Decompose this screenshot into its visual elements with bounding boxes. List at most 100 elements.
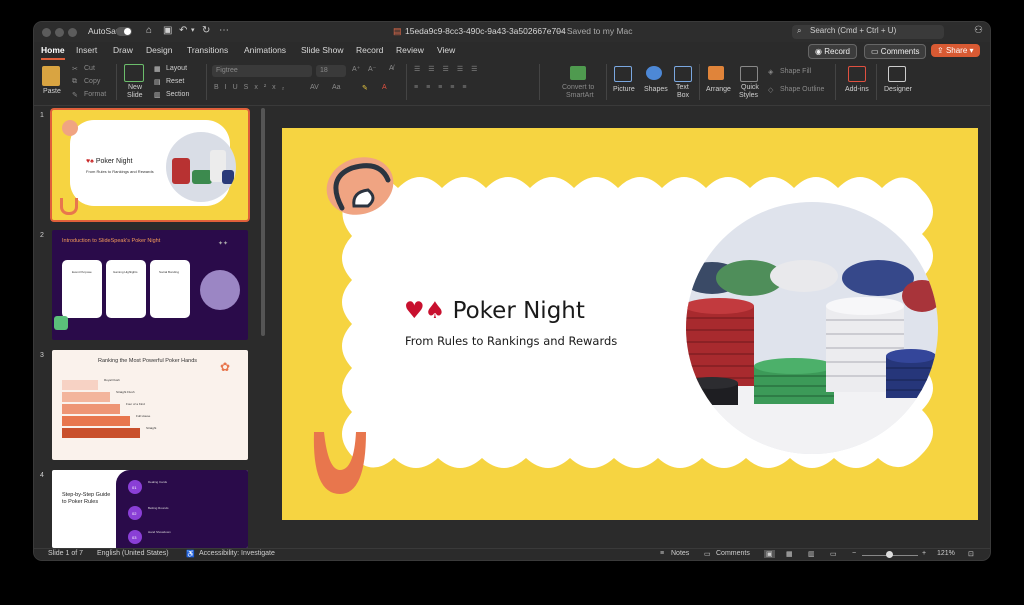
reset-button[interactable]: Reset	[166, 78, 184, 85]
slide-sorter-icon[interactable]: ▦	[786, 550, 793, 558]
highlight-icon[interactable]: ✎	[362, 84, 368, 92]
divider	[876, 64, 877, 100]
save-icon[interactable]: ▣	[163, 25, 172, 37]
text-box-icon[interactable]	[674, 66, 692, 82]
paste-button[interactable]: Paste	[43, 88, 61, 95]
green-shape	[54, 316, 68, 330]
search-icon: ⌕	[797, 26, 802, 35]
font-name-field[interactable]: Figtree	[212, 65, 312, 77]
font-size-field[interactable]: 18	[316, 65, 346, 77]
tab-insert[interactable]: Insert	[76, 45, 97, 55]
language-indicator[interactable]: English (United States)	[97, 550, 169, 557]
format-painter-button[interactable]: Format	[84, 91, 106, 98]
accessibility-status[interactable]: Accessibility: Investigate	[199, 550, 275, 557]
text-style-icons[interactable]: BIUSx²x₂	[214, 84, 290, 91]
convert-smartart-label-2[interactable]: SmartArt	[566, 92, 594, 99]
new-slide-label-2[interactable]: Slide	[127, 92, 143, 99]
share-icon: ⇪	[937, 46, 944, 55]
new-slide-icon[interactable]	[124, 64, 144, 82]
slide-subtitle[interactable]: From Rules to Rankings and Rewards	[405, 334, 617, 348]
slide-1[interactable]: ♥♠ Poker Night From Rules to Rankings an…	[282, 128, 978, 520]
clear-format-icon[interactable]: A̸	[389, 65, 394, 72]
share-button[interactable]: ⇪ Share ▾	[931, 44, 980, 57]
font-color-icon[interactable]: A	[382, 84, 387, 91]
designer-icon[interactable]	[888, 66, 906, 82]
text-box-label-2[interactable]: Box	[677, 92, 689, 99]
list-icons[interactable]: ☰☰☰☰☰	[414, 65, 485, 73]
layout-button[interactable]: Layout	[166, 65, 187, 72]
home-icon[interactable]: ⌂	[146, 25, 152, 37]
increase-font-icon[interactable]: A⁺	[352, 65, 360, 73]
card: Gaming Highlights	[106, 260, 146, 318]
format-painter-icon: ✎	[72, 92, 78, 99]
tab-record[interactable]: Record	[356, 45, 383, 55]
thumb-title: Step-by-Step Guide to Poker Rules	[62, 492, 111, 505]
minimize-window-button[interactable]	[55, 28, 64, 37]
tab-review[interactable]: Review	[396, 45, 424, 55]
quick-styles-icon[interactable]	[740, 66, 758, 82]
tab-view[interactable]: View	[437, 45, 455, 55]
autosave-toggle[interactable]	[116, 27, 132, 36]
shape-fill-button[interactable]: Shape Fill	[780, 68, 811, 75]
notes-button[interactable]: Notes	[671, 550, 689, 557]
quick-styles-label-2[interactable]: Styles	[739, 92, 758, 99]
zoom-slider-handle[interactable]	[886, 551, 893, 558]
slide-editor-canvas[interactable]: ♥♠ Poker Night From Rules to Rankings an…	[271, 106, 990, 548]
tab-slide-show[interactable]: Slide Show	[301, 45, 344, 55]
change-case-icon[interactable]: Aa	[332, 84, 341, 91]
tab-transitions[interactable]: Transitions	[187, 45, 228, 55]
more-icon[interactable]: ⋯	[219, 25, 229, 37]
smartart-icon[interactable]	[570, 66, 586, 80]
new-slide-label-1[interactable]: New	[128, 84, 142, 91]
thumbnail-slide-4[interactable]: Step-by-Step Guide to Poker Rules 01 Dea…	[52, 470, 248, 548]
designer-button[interactable]: Designer	[884, 86, 912, 93]
normal-view-icon[interactable]: ▣	[764, 550, 775, 558]
section-button[interactable]: Section	[166, 91, 189, 98]
redo-icon[interactable]: ↻	[202, 25, 210, 37]
character-spacing-icon[interactable]: AV	[310, 84, 319, 91]
picture-button[interactable]: Picture	[613, 86, 635, 93]
quick-styles-label-1[interactable]: Quick	[741, 84, 759, 91]
shapes-icon[interactable]	[646, 66, 662, 80]
add-ins-icon[interactable]	[848, 66, 866, 82]
alignment-icons[interactable]: ≡≡≡≡≡	[414, 84, 474, 91]
slide-show-icon[interactable]: ▭	[830, 550, 837, 558]
tab-animations[interactable]: Animations	[244, 45, 286, 55]
text-box-label-1[interactable]: Text	[676, 84, 689, 91]
undo-dropdown-icon[interactable]: ▾	[191, 25, 195, 37]
tab-home[interactable]: Home	[41, 45, 65, 60]
copy-button[interactable]: Copy	[84, 78, 100, 85]
zoom-level[interactable]: 121%	[937, 550, 955, 557]
zoom-window-button[interactable]	[68, 28, 77, 37]
zoom-out-icon[interactable]: −	[852, 550, 856, 557]
convert-smartart-label-1[interactable]: Convert to	[562, 84, 594, 91]
comments-status-button[interactable]: Comments	[716, 550, 750, 557]
fit-to-window-icon[interactable]: ⊡	[968, 550, 974, 558]
comments-button[interactable]: ▭ Comments	[864, 44, 927, 59]
decrease-font-icon[interactable]: A⁻	[368, 65, 376, 73]
shape-outline-button[interactable]: Shape Outline	[780, 86, 824, 93]
tab-design[interactable]: Design	[146, 45, 172, 55]
collaborate-icon[interactable]: ⚇	[974, 25, 983, 37]
undo-icon[interactable]: ↶	[179, 25, 187, 37]
arrange-button[interactable]: Arrange	[706, 86, 731, 93]
cut-button[interactable]: Cut	[84, 65, 95, 72]
thumbnail-slide-3[interactable]: Ranking the Most Powerful Poker Hands ✿ …	[52, 350, 248, 460]
record-button[interactable]: ◉ Record	[808, 44, 858, 59]
add-ins-button[interactable]: Add-ins	[845, 86, 869, 93]
flower-icon: ✿	[220, 360, 231, 374]
picture-icon[interactable]	[614, 66, 632, 82]
shapes-button[interactable]: Shapes	[644, 86, 668, 93]
arrange-icon[interactable]	[708, 66, 724, 80]
slide-title[interactable]: ♥♠ Poker Night	[404, 298, 585, 324]
thumbnail-slide-2[interactable]: Introduction to SlideSpeak's Poker Night…	[52, 230, 248, 340]
search-box[interactable]: ⌕ Search (Cmd + Ctrl + U)	[792, 25, 944, 39]
close-window-button[interactable]	[42, 28, 51, 37]
zoom-in-icon[interactable]: +	[922, 550, 926, 557]
tab-draw[interactable]: Draw	[113, 45, 133, 55]
thumbnail-scrollbar[interactable]	[261, 108, 265, 336]
paste-icon[interactable]	[42, 66, 60, 86]
reading-view-icon[interactable]: ▥	[808, 550, 815, 558]
thumbnail-slide-1[interactable]: ♥♠ Poker Night From Rules to Rankings an…	[52, 110, 248, 220]
thumb-title: Ranking the Most Powerful Poker Hands	[98, 358, 198, 364]
